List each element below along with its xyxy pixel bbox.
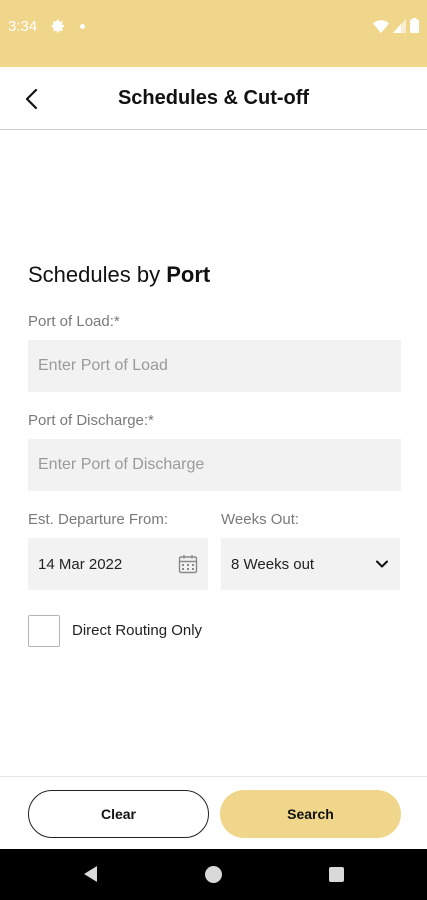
departure-date-field[interactable]: 14 Mar 2022 xyxy=(28,538,208,590)
gear-icon xyxy=(51,19,64,33)
status-icons xyxy=(373,18,419,33)
battery-icon xyxy=(410,18,419,33)
clear-button[interactable]: Clear xyxy=(28,790,209,838)
direct-routing-checkbox[interactable] xyxy=(28,615,60,647)
status-time: 3:34 xyxy=(8,18,38,35)
departure-date-value: 14 Mar 2022 xyxy=(38,555,123,573)
port-of-discharge-label: Port of Discharge:* xyxy=(28,412,154,429)
weeks-out-value: 8 Weeks out xyxy=(231,555,315,573)
section-title-prefix: Schedules by xyxy=(28,262,167,287)
wifi-icon xyxy=(373,19,389,33)
departure-label: Est. Departure From: xyxy=(28,511,169,528)
chevron-down-icon xyxy=(376,560,388,568)
section-title-bold: Port xyxy=(166,262,211,287)
search-button[interactable]: Search xyxy=(220,790,401,838)
section-title: Schedules by Port xyxy=(28,262,210,288)
port-of-discharge-input[interactable] xyxy=(28,439,401,491)
port-of-load-label: Port of Load:* xyxy=(28,313,120,330)
nav-recents-icon[interactable] xyxy=(329,867,344,882)
system-nav-bar xyxy=(0,849,427,900)
nav-home-icon[interactable] xyxy=(205,866,222,883)
app-bar: Schedules & Cut-off xyxy=(0,67,427,130)
weeks-out-label: Weeks Out: xyxy=(221,511,300,528)
notification-dot-icon xyxy=(80,24,85,29)
port-of-load-input[interactable] xyxy=(28,340,401,392)
nav-back-icon[interactable] xyxy=(82,865,100,883)
calendar-icon xyxy=(178,555,198,574)
signal-icon xyxy=(393,18,406,33)
weeks-out-select[interactable]: 8 Weeks out xyxy=(221,538,400,590)
action-bar: Clear Search xyxy=(0,776,427,849)
status-bar: 3:34 xyxy=(0,0,427,67)
direct-routing-label: Direct Routing Only xyxy=(72,622,203,639)
page-title: Schedules & Cut-off xyxy=(117,87,310,109)
